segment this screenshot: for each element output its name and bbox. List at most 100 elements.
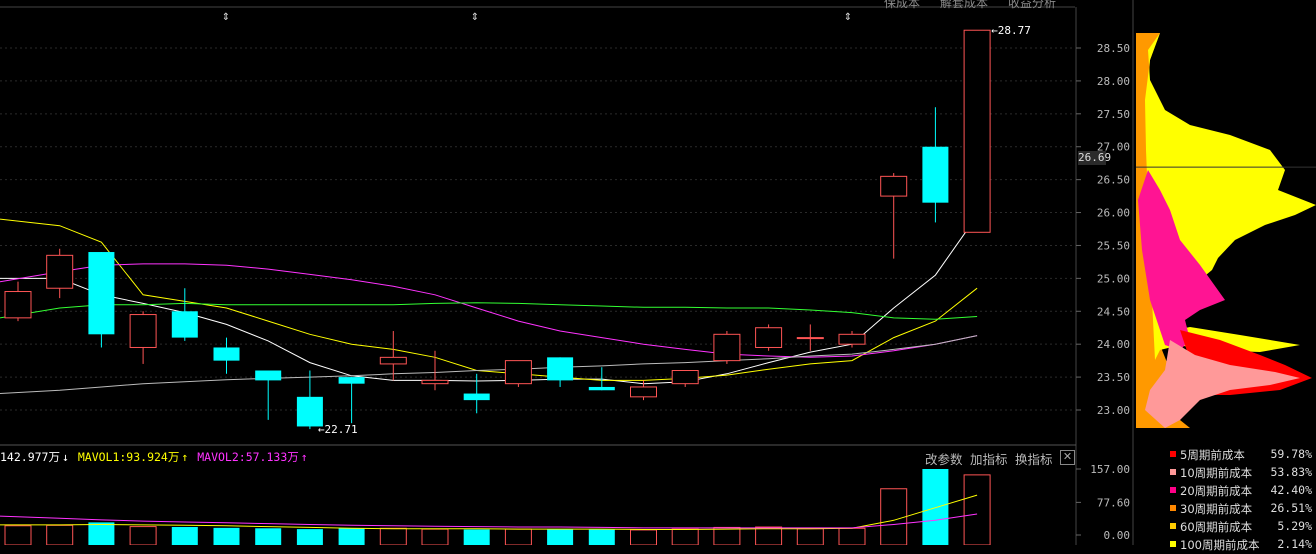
volume-bar[interactable] [755, 526, 783, 545]
legend-swatch [1170, 541, 1176, 547]
candle-body[interactable] [379, 356, 407, 365]
volume-legend: 142.977万 ↓ MAVOL1:93.924万 ↑ MAVOL2:57.133万… [0, 449, 310, 465]
up-arrow-icon: ↑ [300, 450, 308, 464]
cost-legend-value: 26.51% [1270, 501, 1312, 515]
price-tick-label: 26.00 [1097, 207, 1130, 220]
cost-legend-row: 30周期前成本 26.51% [1168, 500, 1316, 518]
volume-bar[interactable] [46, 524, 74, 545]
candle-body[interactable] [922, 146, 949, 203]
volume-bar[interactable] [338, 528, 365, 545]
mavol2-value: MAVOL2:57.133万 [197, 450, 299, 464]
candle-body[interactable] [880, 175, 908, 197]
volume-bar[interactable] [463, 529, 490, 545]
candle-body[interactable] [630, 386, 657, 398]
current-price-tag: 26.69 [1078, 151, 1112, 165]
cost-legend-value: 59.78% [1270, 447, 1312, 461]
candle-body[interactable] [963, 29, 991, 233]
volume-bar[interactable] [796, 528, 824, 545]
price-tick-label: 23.50 [1097, 371, 1130, 384]
price-tick-label: 24.50 [1097, 305, 1130, 318]
candle-body[interactable] [713, 333, 741, 362]
mavol2-line [0, 513, 978, 529]
cost-legend-value: 2.14% [1277, 537, 1312, 551]
candle-body[interactable] [129, 314, 157, 348]
candle-body[interactable] [338, 377, 365, 384]
add-indicator-button[interactable]: 加指标 [970, 449, 1008, 468]
volume-tick-label: 157.00 [1090, 463, 1130, 476]
mavol1-line [0, 494, 978, 530]
cost-legend-row: 100周期前成本 2.14% [1168, 536, 1316, 554]
price-tick-label: 26.50 [1097, 174, 1130, 187]
candle-body[interactable] [296, 396, 323, 427]
volume-bar[interactable] [547, 529, 574, 545]
candle-body[interactable] [547, 357, 574, 381]
candle-body[interactable] [671, 370, 699, 385]
candle-body[interactable] [88, 252, 115, 335]
cost-legend-value: 42.40% [1270, 483, 1312, 497]
candle-body[interactable] [213, 347, 240, 361]
legend-swatch [1170, 505, 1176, 511]
legend-swatch [1170, 451, 1176, 457]
candle-body[interactable] [4, 291, 32, 319]
price-tick-label: 24.00 [1097, 338, 1130, 351]
volume-bar[interactable] [129, 526, 157, 545]
volume-bar[interactable] [630, 529, 657, 545]
price-tick-label: 25.00 [1097, 272, 1130, 285]
cost-legend-label: 100周期前成本 [1180, 538, 1260, 552]
cost-legend: 5周期前成本 59.78% 10周期前成本 53.83% 20周期前成本 42.40% 30… [1168, 446, 1316, 554]
candle-body[interactable] [838, 333, 866, 345]
volume-bar[interactable] [713, 526, 741, 545]
volume-bar[interactable] [671, 528, 699, 545]
high-price-label: ←28.77 [991, 24, 1031, 37]
vol-value: 142.977万 [0, 450, 60, 464]
volume-bar[interactable] [588, 529, 615, 545]
candle-body[interactable] [755, 327, 783, 348]
cost-legend-label: 10周期前成本 [1180, 466, 1253, 480]
switch-indicator-button[interactable]: 换指标 [1015, 449, 1053, 468]
up-arrow-icon: ↑ [181, 450, 189, 464]
toolbar-button-1[interactable]: 保成本 [884, 0, 920, 11]
candle-body[interactable] [463, 393, 490, 401]
toolbar-button-2[interactable]: 解套成本 [940, 0, 988, 11]
volume-bar[interactable] [922, 469, 949, 545]
volume-bar[interactable] [504, 528, 532, 545]
candle-body[interactable] [46, 254, 74, 289]
close-icon[interactable]: ✕ [1060, 450, 1075, 465]
cost-legend-value: 5.29% [1277, 519, 1312, 533]
marker-icon: ⇕ [844, 12, 852, 23]
down-arrow-icon: ↓ [61, 450, 69, 464]
candle-body[interactable] [421, 379, 449, 385]
volume-bar[interactable] [880, 488, 908, 545]
volume-bar[interactable] [963, 474, 991, 545]
price-tick-label: 25.50 [1097, 239, 1130, 252]
volume-bar[interactable] [4, 525, 32, 545]
volume-tick-label: 77.60 [1097, 496, 1130, 509]
candle-body[interactable] [796, 337, 824, 340]
ma-line [0, 215, 978, 385]
volume-bar[interactable] [296, 529, 323, 545]
volume-bar[interactable] [421, 528, 449, 545]
mavol1-value: MAVOL1:93.924万 [77, 450, 180, 464]
volume-bar[interactable] [213, 527, 240, 545]
low-price-label: ←22.71 [318, 423, 358, 436]
legend-swatch [1170, 523, 1176, 529]
volume-bar[interactable] [171, 527, 198, 545]
candle-body[interactable] [255, 370, 282, 381]
cost-legend-label: 60周期前成本 [1180, 520, 1253, 534]
candle-body[interactable] [171, 311, 198, 338]
volume-bar[interactable] [379, 527, 407, 545]
volume-bar[interactable] [88, 522, 115, 545]
price-tick-label: 27.50 [1097, 108, 1130, 121]
toolbar-button-3[interactable]: 收益分析 [1008, 0, 1056, 11]
marker-icon: ⇕ [222, 12, 230, 23]
change-params-button[interactable]: 改参数 [925, 449, 963, 468]
volume-bar[interactable] [255, 528, 282, 545]
cost-legend-row: 60周期前成本 5.29% [1168, 518, 1316, 536]
cost-legend-row: 5周期前成本 59.78% [1168, 446, 1316, 464]
price-tick-label: 28.50 [1097, 42, 1130, 55]
candle-body[interactable] [504, 360, 532, 385]
cost-legend-row: 20周期前成本 42.40% [1168, 482, 1316, 500]
volume-bar[interactable] [838, 527, 866, 545]
candle-body[interactable] [588, 386, 615, 391]
price-tick-label: 28.00 [1097, 75, 1130, 88]
